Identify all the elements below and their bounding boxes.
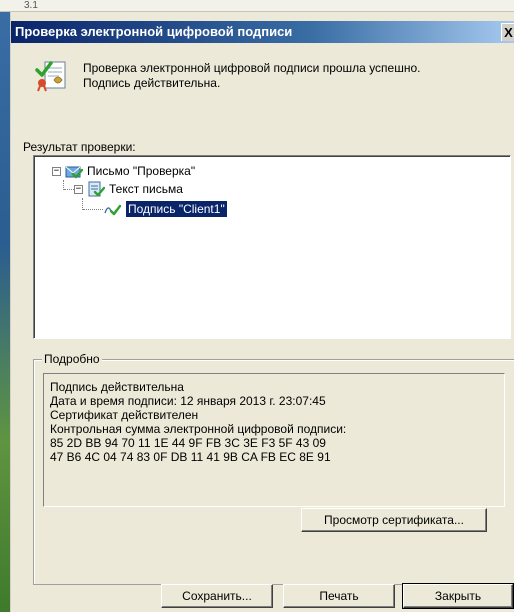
tree-item-letter[interactable]: − Письмо "Проверка" <box>52 162 195 180</box>
verification-tree[interactable]: − Письмо "Проверка" − Текст письма Подпи… <box>33 155 511 339</box>
document-check-icon <box>88 181 105 197</box>
close-button[interactable]: Закрыть <box>402 583 514 609</box>
tree-expander[interactable]: − <box>74 184 83 194</box>
dialog-titlebar[interactable]: Проверка электронной цифровой подписи X <box>11 21 514 43</box>
details-text-box[interactable]: Подпись действительна Дата и время подпи… <box>43 373 505 507</box>
details-line: 85 2D BB 94 70 11 1E 44 9F FB 3C 3E F3 5… <box>50 436 326 450</box>
tree-item-label-selected: Подпись "Client1" <box>125 200 228 218</box>
tree-item-label: Текст письма <box>109 182 183 196</box>
result-label: Результат проверки: <box>23 140 136 154</box>
background-window-text: 3.1 <box>24 0 38 11</box>
tree-item-letter-text[interactable]: − Текст письма <box>74 180 183 198</box>
save-button[interactable]: Сохранить... <box>161 584 273 608</box>
details-line: Контрольная сумма электронной цифровой п… <box>50 422 347 436</box>
envelope-check-icon <box>65 166 83 179</box>
details-line: Подпись действительна <box>50 380 184 394</box>
dialog-title: Проверка электронной цифровой подписи <box>15 24 293 39</box>
tree-item-signature[interactable]: Подпись "Client1" <box>104 200 228 218</box>
details-group: Подробно Подпись действительна Дата и вр… <box>33 352 514 585</box>
signature-check-icon <box>104 204 122 216</box>
tree-connector <box>64 189 74 190</box>
details-line: Сертификат действителен <box>50 408 199 422</box>
certificate-check-icon <box>35 61 66 92</box>
tree-connector <box>83 209 103 210</box>
title-close-button[interactable]: X <box>501 23 514 41</box>
details-line: 47 B6 4C 04 74 83 0F DB 11 41 9B CA FB E… <box>50 450 331 464</box>
signature-verification-dialog: Проверка электронной цифровой подписи X … <box>10 12 514 612</box>
tree-expander[interactable]: − <box>52 166 61 176</box>
view-certificate-button[interactable]: Просмотр сертификата... <box>301 508 487 532</box>
print-button[interactable]: Печать <box>283 584 395 608</box>
details-legend: Подробно <box>42 352 102 366</box>
tree-item-label: Письмо "Проверка" <box>87 164 196 178</box>
background-window-strip: 3.1 <box>0 0 514 12</box>
verification-message-line-2: Подпись действительна. <box>83 76 221 90</box>
verification-message-line-1: Проверка электронной цифровой подписи пр… <box>83 61 421 75</box>
verification-message: Проверка электронной цифровой подписи пр… <box>83 61 503 91</box>
details-line: Дата и время подписи: 12 января 2013 г. … <box>50 394 326 408</box>
